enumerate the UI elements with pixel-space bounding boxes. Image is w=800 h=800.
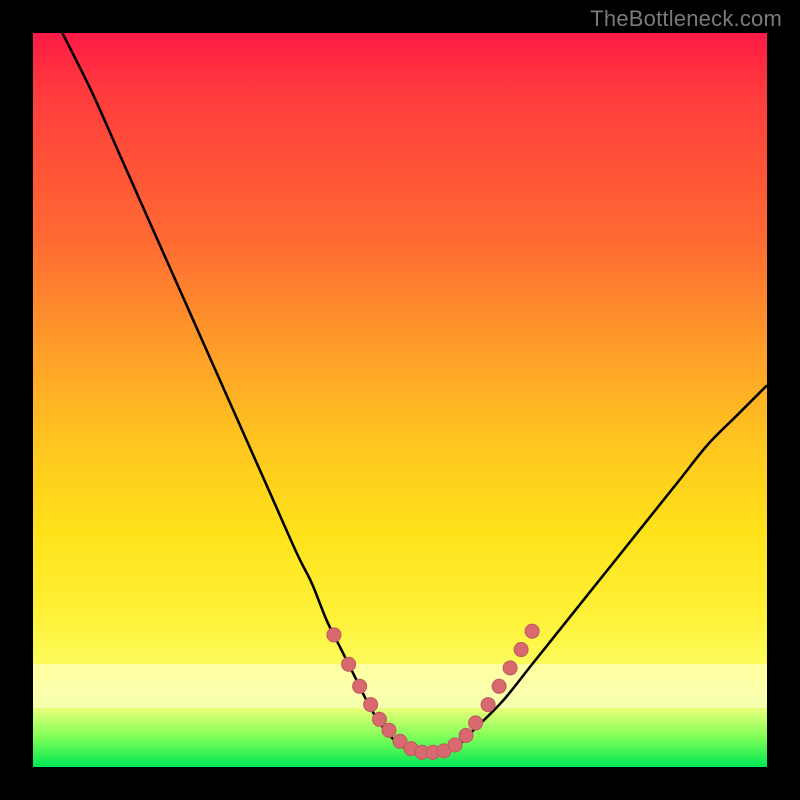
measured-point	[514, 643, 528, 657]
measured-point	[448, 738, 462, 752]
measured-point	[382, 723, 396, 737]
measured-point	[481, 698, 495, 712]
measured-point	[327, 628, 341, 642]
measured-point	[492, 679, 506, 693]
measured-point	[503, 661, 517, 675]
measured-points-group	[327, 624, 539, 759]
measured-point	[469, 716, 483, 730]
measured-point	[353, 679, 367, 693]
measured-point	[372, 712, 386, 726]
chart-frame: TheBottleneck.com	[0, 0, 800, 800]
measured-point	[525, 624, 539, 638]
measured-point	[342, 657, 356, 671]
plot-area	[33, 33, 767, 767]
bottleneck-curve	[62, 33, 767, 756]
chart-svg	[33, 33, 767, 767]
measured-point	[459, 728, 473, 742]
watermark-text: TheBottleneck.com	[590, 6, 782, 32]
measured-point	[364, 698, 378, 712]
